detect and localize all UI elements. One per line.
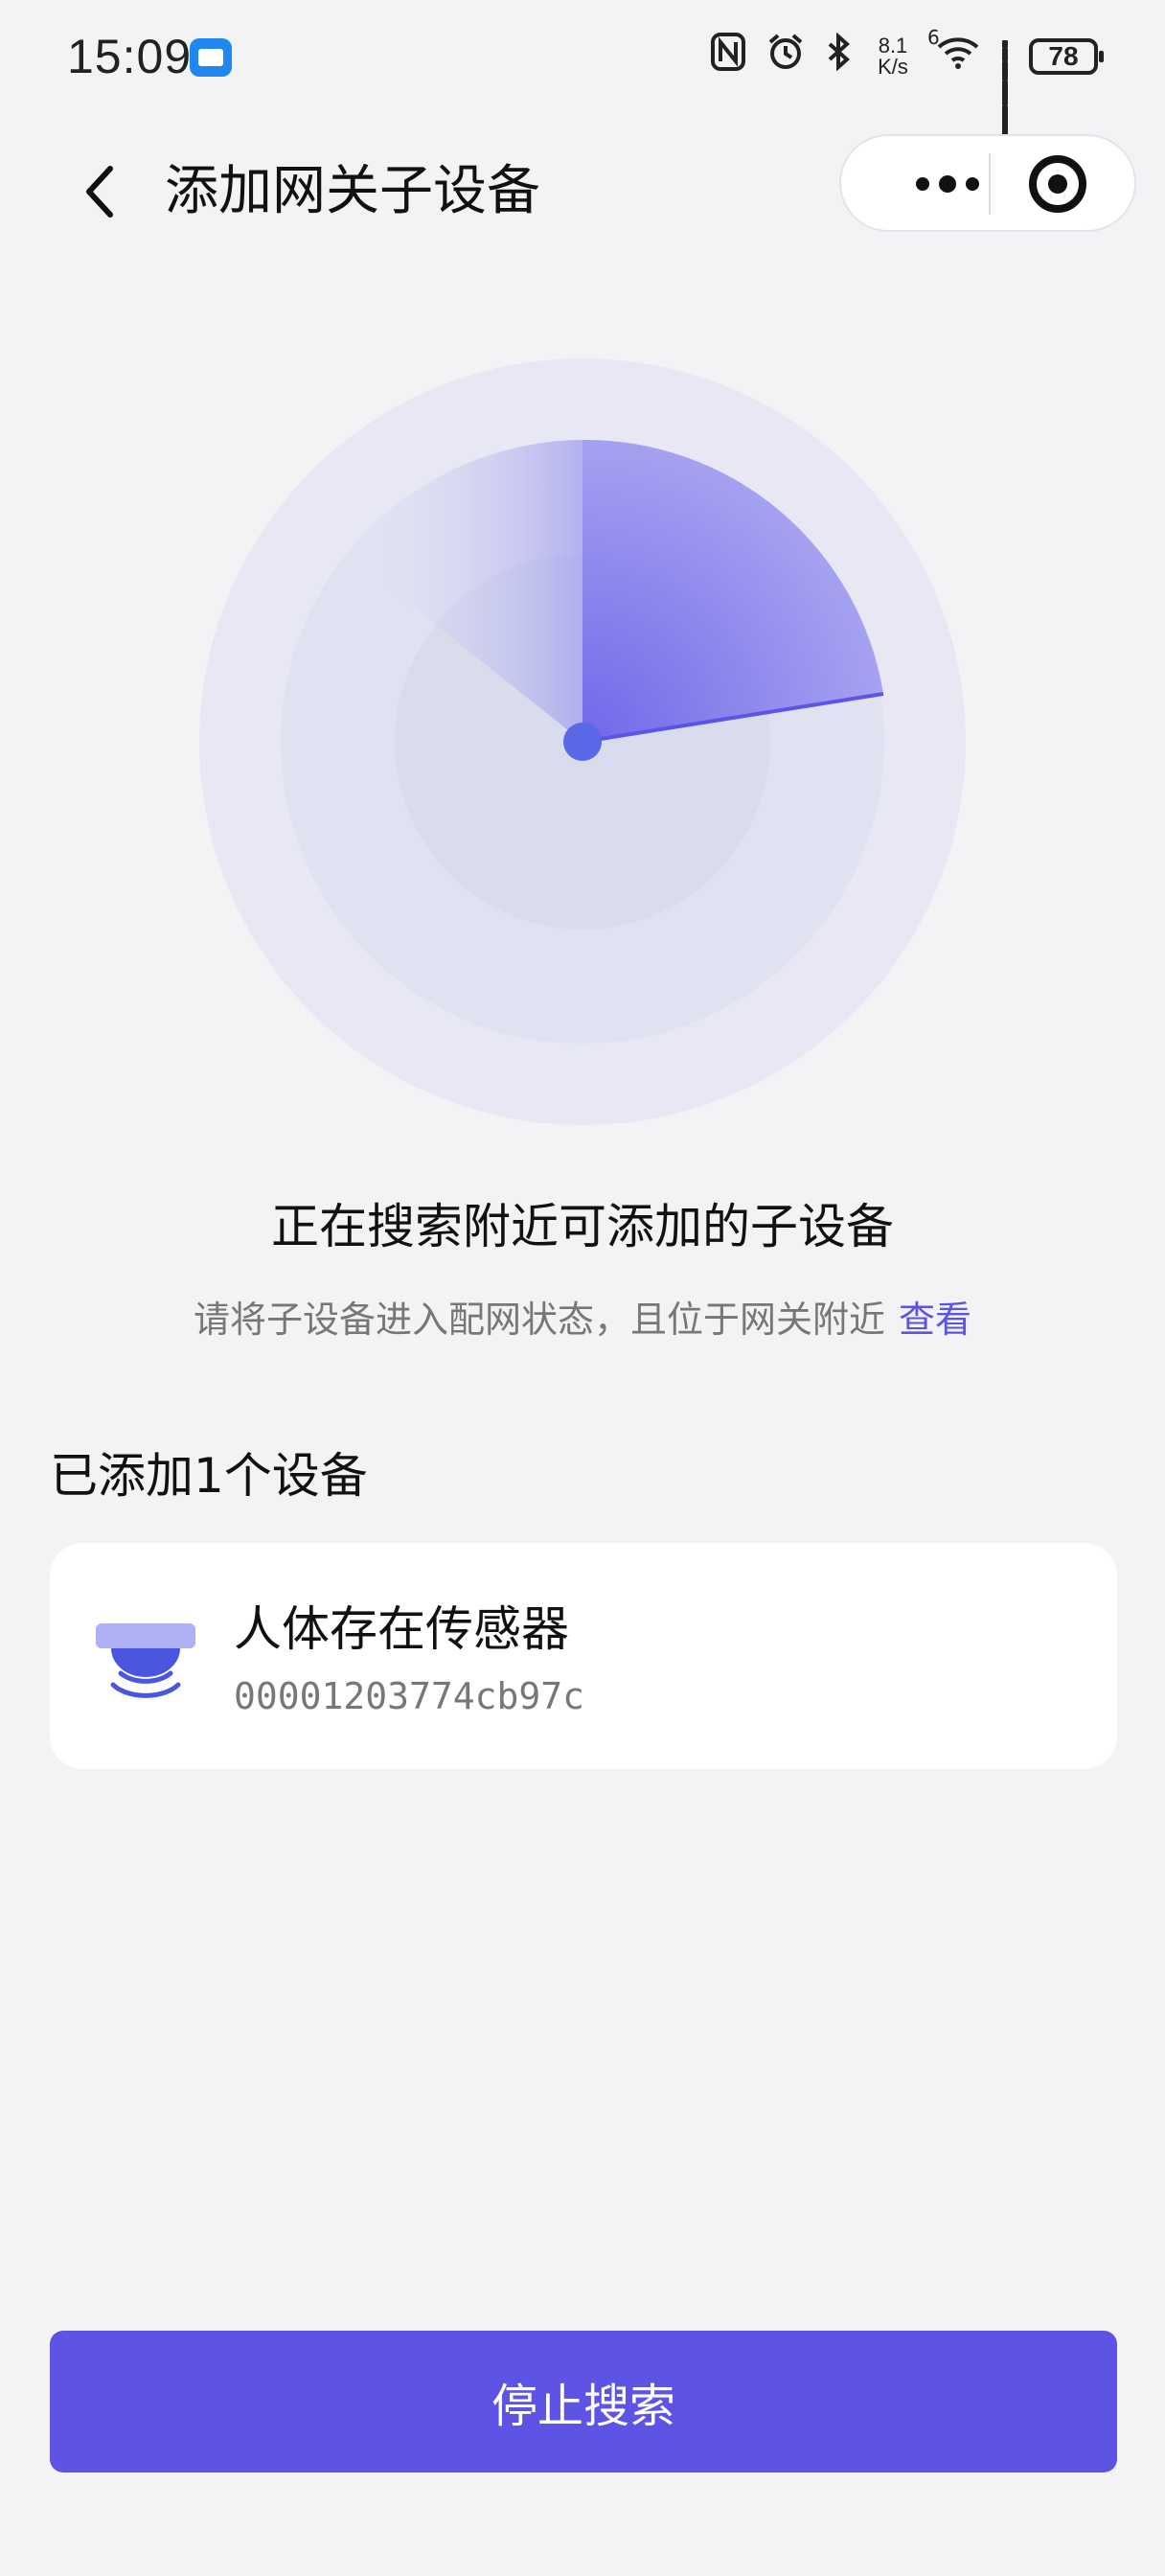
signal-icon — [1002, 40, 1008, 136]
mini-program-capsule — [839, 134, 1136, 232]
bluetooth-icon — [826, 32, 851, 80]
view-link[interactable]: 查看 — [899, 1299, 971, 1341]
nfc-icon — [711, 33, 745, 80]
more-dots-icon[interactable] — [885, 136, 1010, 232]
alarm-icon — [766, 33, 805, 80]
device-card[interactable]: 人体存在传感器 00001203774cb97c — [50, 1543, 1117, 1769]
added-devices-title: 已添加1个设备 — [50, 1448, 368, 1504]
search-hint: 请将子设备进入配网状态，且位于网关附近 查看 — [0, 1290, 1165, 1343]
stop-search-button[interactable]: 停止搜索 — [50, 2331, 1117, 2472]
battery-icon: 78 — [1029, 38, 1104, 75]
network-speed: 8.1 K/s — [878, 34, 908, 79]
mail-icon — [190, 38, 232, 77]
radar-center-dot — [563, 723, 602, 761]
status-time: 15:09 — [67, 30, 193, 83]
presence-sensor-icon — [96, 1623, 195, 1698]
wifi-icon: 6 — [927, 26, 981, 80]
status-bar: 15:09 8.1 K/s 6 78 — [0, 0, 1165, 136]
capsule-divider — [989, 153, 991, 215]
chevron-left-icon — [86, 166, 113, 218]
status-icons: 8.1 K/s 6 78 — [711, 26, 1104, 136]
device-name: 人体存在传感器 — [234, 1601, 569, 1657]
back-button[interactable] — [67, 153, 134, 230]
device-id: 00001203774cb97c — [234, 1675, 585, 1717]
page-title: 添加网关子设备 — [165, 160, 540, 222]
radar-animation — [199, 358, 966, 1125]
target-close-icon[interactable] — [1029, 155, 1086, 213]
search-title: 正在搜索附近可添加的子设备 — [271, 1199, 894, 1254]
search-hint-text: 请将子设备进入配网状态，且位于网关附近 — [193, 1299, 885, 1341]
